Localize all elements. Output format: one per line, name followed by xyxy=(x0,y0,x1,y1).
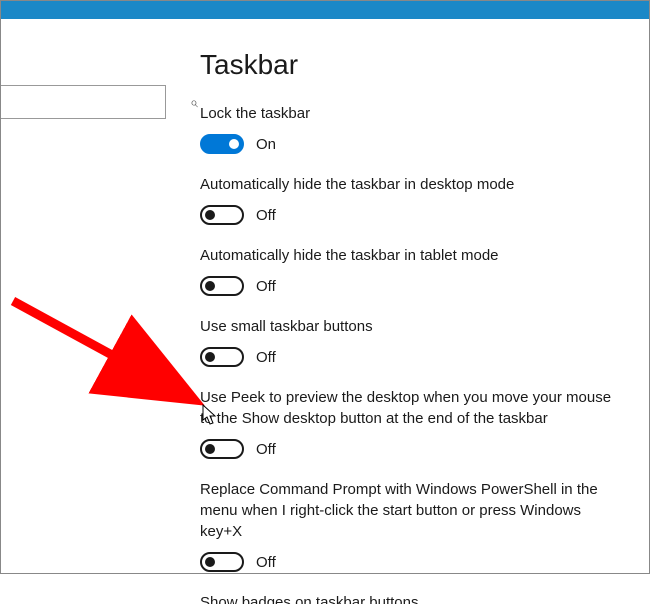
toggle-state: Off xyxy=(256,278,276,295)
setting-label: Use small taskbar buttons xyxy=(200,316,620,337)
toggle-state: On xyxy=(256,136,276,153)
toggle-state: Off xyxy=(256,441,276,458)
toggle-state: Off xyxy=(256,207,276,224)
setting-small-buttons: Use small taskbar buttons Off xyxy=(200,316,629,367)
page-title: Taskbar xyxy=(200,49,629,81)
toggle-peek-preview[interactable] xyxy=(200,439,244,459)
toggle-state: Off xyxy=(256,554,276,571)
toggle-autohide-tablet[interactable] xyxy=(200,276,244,296)
setting-powershell-replace: Replace Command Prompt with Windows Powe… xyxy=(200,479,629,572)
search-input[interactable] xyxy=(1,94,190,110)
toggle-small-buttons[interactable] xyxy=(200,347,244,367)
setting-lock-taskbar: Lock the taskbar On xyxy=(200,103,629,154)
toggle-state: Off xyxy=(256,349,276,366)
search-box[interactable]: ⌕ xyxy=(1,85,166,119)
settings-panel: Taskbar Lock the taskbar On Automaticall… xyxy=(200,49,629,604)
toggle-autohide-desktop[interactable] xyxy=(200,205,244,225)
window-titlebar xyxy=(1,1,649,19)
search-icon: ⌕ xyxy=(190,94,198,111)
setting-label: Automatically hide the taskbar in tablet… xyxy=(200,245,620,266)
setting-autohide-tablet: Automatically hide the taskbar in tablet… xyxy=(200,245,629,296)
setting-autohide-desktop: Automatically hide the taskbar in deskto… xyxy=(200,174,629,225)
setting-label: Automatically hide the taskbar in deskto… xyxy=(200,174,620,195)
setting-peek-preview: Use Peek to preview the desktop when you… xyxy=(200,387,629,459)
setting-label: Use Peek to preview the desktop when you… xyxy=(200,387,620,429)
setting-cutoff: Show badges on taskbar buttons xyxy=(200,592,620,604)
setting-label: Lock the taskbar xyxy=(200,103,620,124)
setting-label: Replace Command Prompt with Windows Powe… xyxy=(200,479,620,542)
toggle-powershell-replace[interactable] xyxy=(200,552,244,572)
toggle-lock-taskbar[interactable] xyxy=(200,134,244,154)
